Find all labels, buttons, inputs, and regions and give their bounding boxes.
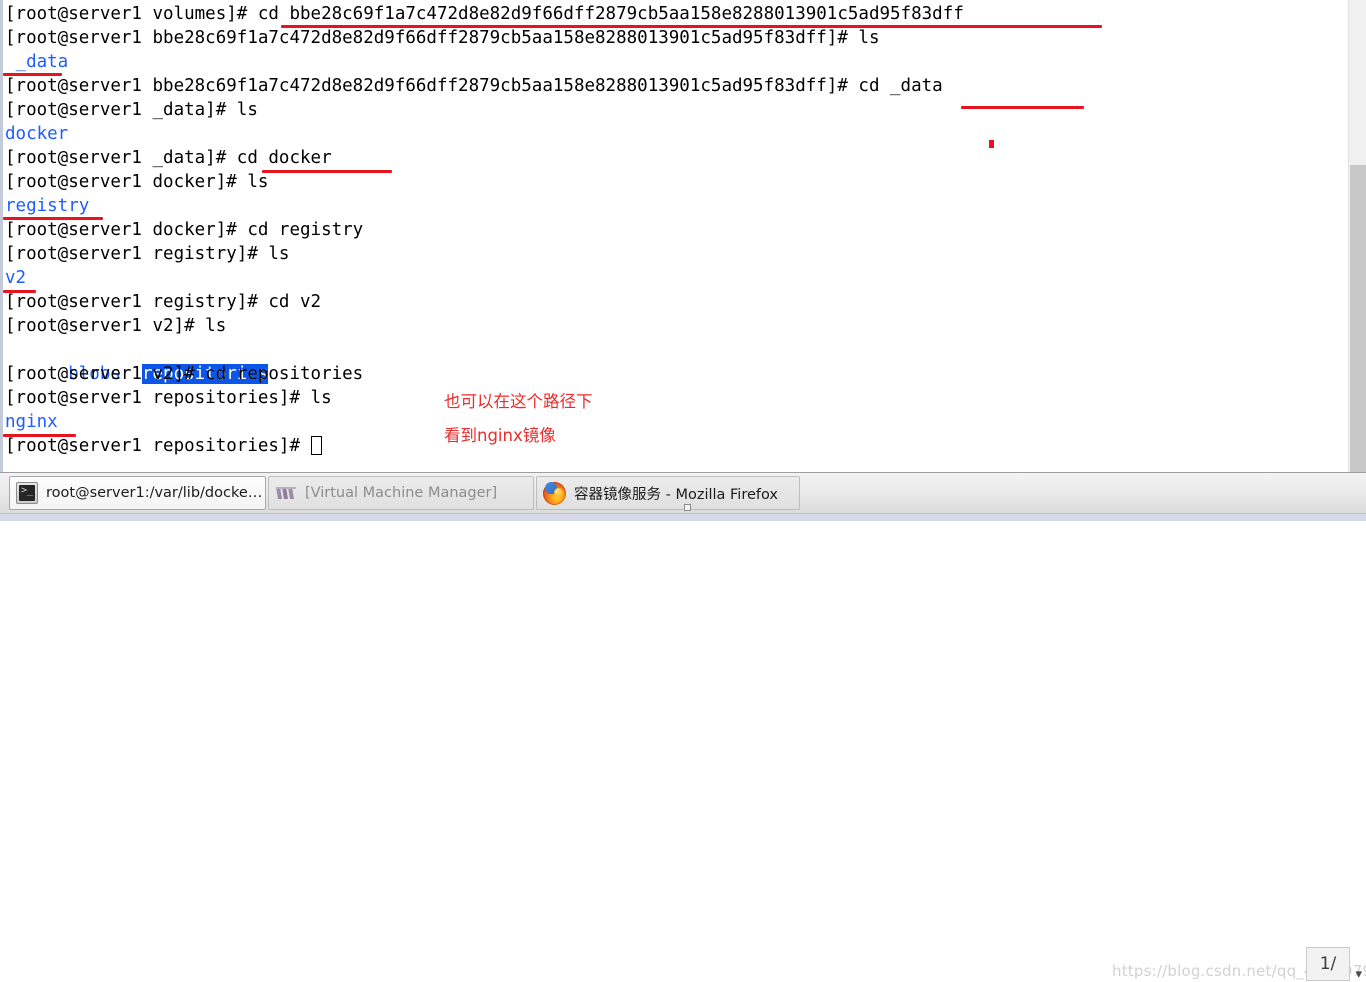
terminal-window[interactable]: [root@server1 volumes]# cd bbe28c69f1a7c… xyxy=(0,0,1366,472)
terminal-line-prompt: [root@server1 repositories]# xyxy=(5,434,1345,458)
desktop-bottom-strip xyxy=(0,513,1366,521)
terminal-line-directory: _data xyxy=(5,52,69,72)
terminal-line: [root@server1 bbe28c69f1a7c472d8e82d9f66… xyxy=(5,76,943,96)
terminal-scrollbar-thumb[interactable] xyxy=(1350,165,1366,472)
annotation-note-line-2: 看到nginx镜像 xyxy=(444,426,556,445)
terminal-line-directory: registry xyxy=(5,196,90,216)
underline-registry-output xyxy=(3,217,103,220)
page-counter: 1/ xyxy=(1306,947,1350,981)
annotation-note-line-1: 也可以在这个路径下 xyxy=(444,392,593,411)
taskbar-item-terminal[interactable]: >_ root@server1:/var/lib/docker/volum... xyxy=(9,476,266,510)
terminal-line: [root@server1 repositories]# ls xyxy=(5,388,332,408)
chevron-down-icon[interactable]: ▾ xyxy=(1355,967,1362,982)
terminal-line: [root@server1 docker]# cd registry xyxy=(5,220,364,240)
taskbar-item-label: [Virtual Machine Manager] xyxy=(305,485,498,501)
terminal-line: [root@server1 registry]# ls xyxy=(5,244,290,264)
taskbar-item-firefox[interactable]: 容器镜像服务 - Mozilla Firefox xyxy=(536,476,800,510)
taskbar-item-label: 容器镜像服务 - Mozilla Firefox xyxy=(574,486,779,503)
terminal-scrollbar[interactable] xyxy=(1348,0,1366,472)
red-dot-mark xyxy=(989,140,994,148)
terminal-line: [root@server1 bbe28c69f1a7c472d8e82d9f66… xyxy=(5,28,880,48)
terminal-output[interactable]: [root@server1 volumes]# cd bbe28c69f1a7c… xyxy=(5,2,1345,458)
terminal-line: [root@server1 registry]# cd v2 xyxy=(5,292,322,312)
underline-cd-docker xyxy=(262,170,392,173)
terminal-line: [root@server1 docker]# ls xyxy=(5,172,269,192)
underline-cd-container-hash xyxy=(281,25,1102,28)
terminal-line: [root@server1 v2]# cd repositories xyxy=(5,364,364,384)
taskbar-item-label: root@server1:/var/lib/docker/volum... xyxy=(46,485,265,501)
prompt-text: [root@server1 repositories]# xyxy=(5,436,311,456)
terminal-line-directory: nginx xyxy=(5,412,58,432)
terminal-line: [root@server1 _data]# cd docker xyxy=(5,148,332,168)
underline-data-output xyxy=(3,73,62,76)
underline-v2-output xyxy=(3,290,36,293)
terminal-line: [root@server1 v2]# ls xyxy=(5,316,227,336)
underline-cd-data xyxy=(961,106,1084,109)
text-cursor xyxy=(310,436,322,455)
terminal-icon: >_ xyxy=(16,482,38,504)
terminal-line-directory: v2 xyxy=(5,268,27,288)
terminal-line-directory: docker xyxy=(5,124,69,144)
terminal-left-border xyxy=(0,0,3,472)
taskbar[interactable]: >_ root@server1:/var/lib/docker/volum...… xyxy=(0,472,1366,982)
taskbar-item-virtual-machine-manager[interactable]: [Virtual Machine Manager] xyxy=(268,476,534,510)
virtual-machine-manager-icon xyxy=(275,484,297,502)
firefox-icon xyxy=(543,481,566,505)
terminal-line: [root@server1 volumes]# cd bbe28c69f1a7c… xyxy=(5,4,964,24)
tray-marker-icon[interactable] xyxy=(684,504,691,511)
terminal-line-listing: blobs repositories xyxy=(5,338,1345,384)
underline-nginx-output xyxy=(3,434,76,437)
terminal-line: [root@server1 _data]# ls xyxy=(5,100,258,120)
